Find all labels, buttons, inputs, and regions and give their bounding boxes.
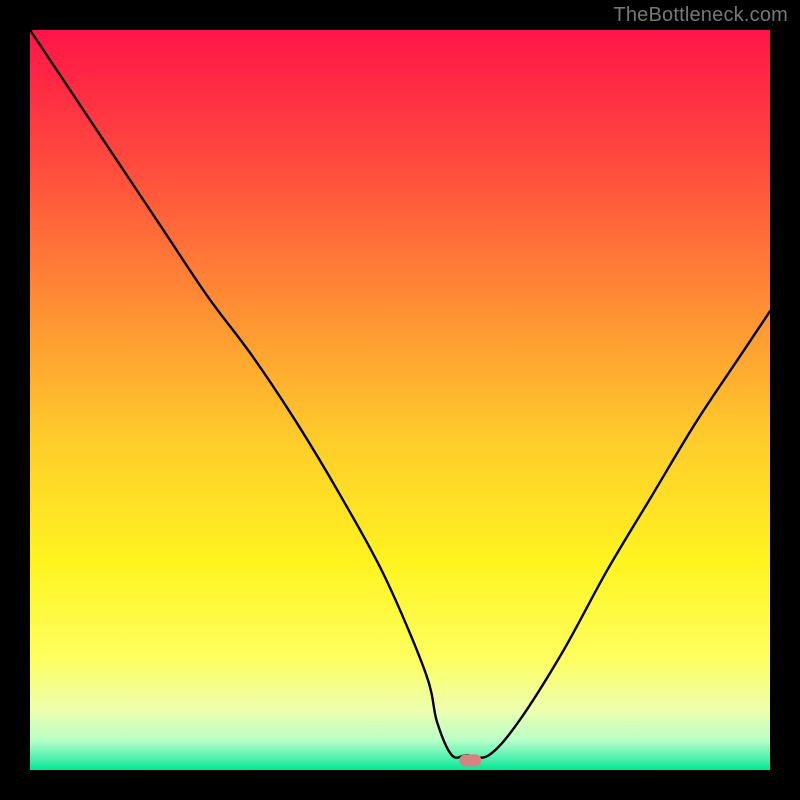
bottleneck-chart [0,0,800,800]
watermark-text: TheBottleneck.com [613,4,788,27]
chart-plot-bg [30,30,770,770]
optimal-marker [459,754,481,766]
chart-container: TheBottleneck.com [0,0,800,800]
